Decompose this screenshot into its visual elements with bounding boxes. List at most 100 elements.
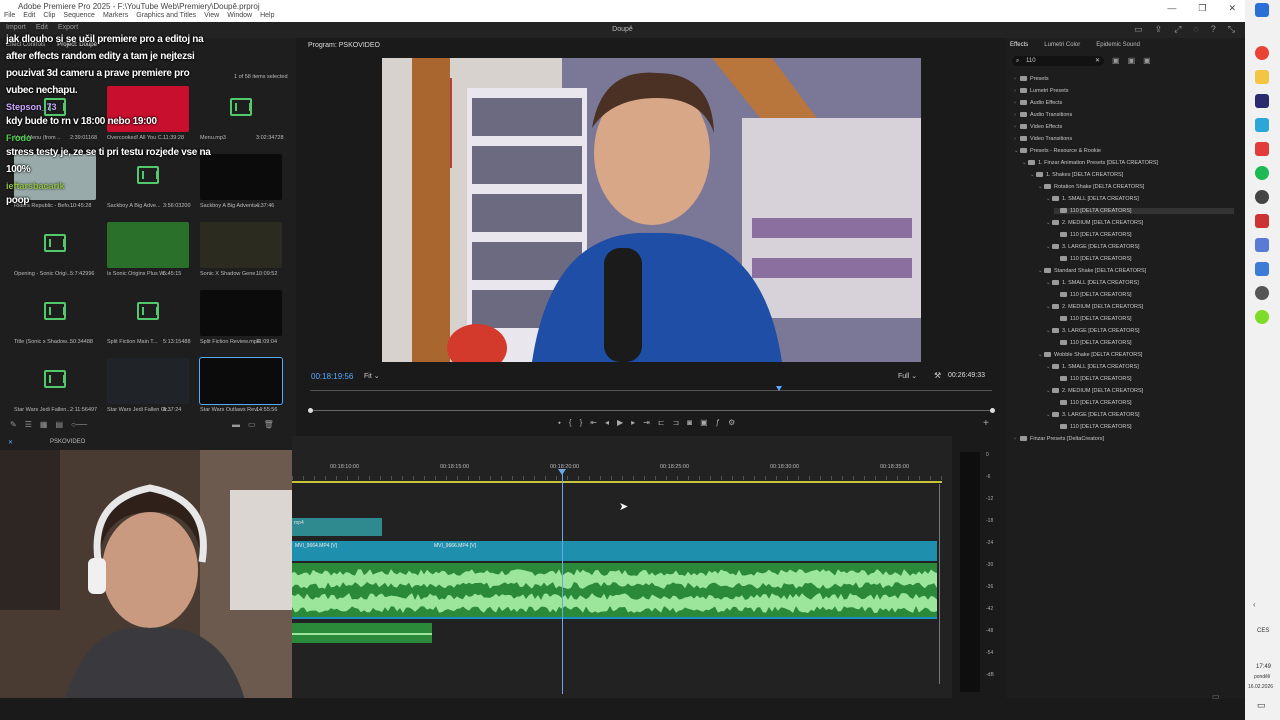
effects-search-input[interactable]: ⌕ 110 ✕ (1012, 56, 1104, 66)
step-back-icon[interactable]: ◂ (605, 418, 609, 428)
status-icon[interactable]: ▭ (1212, 692, 1220, 701)
timecode-current[interactable]: 00:18:19:56 (311, 372, 353, 381)
effects-tree-item[interactable]: 110 [DELTA CREATORS] (1054, 208, 1234, 214)
maximize-icon[interactable]: ❐ (1198, 3, 1206, 14)
add-button-icon[interactable]: + (983, 418, 989, 429)
photoshop-icon[interactable] (1255, 118, 1269, 132)
zoom-scrollbar[interactable] (308, 408, 995, 413)
effects-tree-item[interactable]: ⌄ Rotation Shake [DELTA CREATORS] (1038, 184, 1144, 190)
camera-icon[interactable]: ◙ (687, 418, 692, 428)
start-icon[interactable] (1255, 3, 1269, 17)
effects-tree-item[interactable]: ⌄ 3. LARGE [DELTA CREATORS] (1046, 412, 1140, 418)
effects-tree-item[interactable]: › Video Transitions (1014, 136, 1072, 142)
zoom-slider[interactable]: ○── (71, 420, 87, 429)
marker-icon[interactable]: ⬩ (558, 418, 561, 428)
playhead[interactable] (562, 472, 563, 694)
play-icon[interactable]: ▶ (617, 418, 623, 428)
share-icon[interactable]: ⇪ (1155, 24, 1163, 35)
mark-in-icon[interactable]: { (569, 418, 572, 428)
icon-view-icon[interactable]: ▦ (40, 420, 48, 429)
effects-tree-item[interactable]: ⌄ Presets - Resource & Rookie (1014, 148, 1101, 154)
step-forward-icon[interactable]: ▸ (631, 418, 635, 428)
media-thumbnail[interactable] (200, 290, 282, 336)
quality-dropdown[interactable]: Full ⌄ (898, 372, 917, 380)
menu-item-graphics-and-titles[interactable]: Graphics and Titles (136, 12, 196, 19)
effects-tree-item[interactable]: ⌄ 1. SMALL [DELTA CREATORS] (1046, 364, 1139, 370)
premiere-icon[interactable] (1255, 94, 1269, 108)
language-indicator[interactable]: CES (1257, 628, 1269, 634)
effects-tree-item[interactable]: 110 [DELTA CREATORS] (1054, 400, 1132, 406)
notification-icon[interactable]: ▭ (1257, 700, 1266, 711)
media-thumbnail[interactable] (14, 154, 96, 200)
help-icon[interactable]: ? (1211, 24, 1216, 35)
menu-item-sequence[interactable]: Sequence (63, 12, 95, 19)
effects-tree-item[interactable]: ⌄ Standard Shake [DELTA CREATORS] (1038, 268, 1146, 274)
effects-tree-item[interactable]: ⌄ 1. Shakes [DELTA CREATORS] (1030, 172, 1123, 178)
close-sequence-icon[interactable]: ✕ (8, 439, 13, 446)
app-red-icon[interactable] (1255, 142, 1269, 156)
effects-tree-item[interactable]: › Audio Effects (1014, 100, 1062, 106)
effects-tree-item[interactable]: 110 [DELTA CREATORS] (1054, 316, 1132, 322)
menu-item-file[interactable]: File (4, 12, 15, 19)
spotify-icon[interactable] (1255, 166, 1269, 180)
freeform-view-icon[interactable]: ▤ (55, 420, 63, 429)
fx-icon[interactable]: ƒ (716, 418, 720, 428)
pencil-icon[interactable]: ✎ (10, 420, 17, 429)
fit-dropdown[interactable]: Fit ⌄ (364, 372, 380, 380)
media-thumbnail[interactable] (199, 357, 283, 405)
menu-item-help[interactable]: Help (260, 12, 274, 19)
tab-epidemic[interactable]: Epidemic Sound (1096, 42, 1140, 48)
chrome-icon[interactable] (1255, 46, 1269, 60)
go-to-out-icon[interactable]: ⇥ (643, 418, 650, 428)
minimize-icon[interactable]: — (1167, 3, 1176, 14)
media-thumbnail[interactable] (107, 358, 189, 404)
media-thumbnail[interactable] (107, 154, 189, 200)
effects-tree-item[interactable]: ⌄ 1. SMALL [DELTA CREATORS] (1046, 196, 1139, 202)
app-blue-icon[interactable] (1255, 238, 1269, 252)
effects-tree-item[interactable]: 110 [DELTA CREATORS] (1054, 256, 1132, 262)
audio-track-a2[interactable] (292, 623, 432, 643)
clock-time[interactable]: 17:49 (1256, 664, 1271, 670)
mini-ruler[interactable] (310, 384, 992, 398)
clip-upper[interactable]: mp4 (292, 518, 382, 536)
menu-item-edit[interactable]: Edit (23, 12, 35, 19)
folder-icon[interactable] (1255, 70, 1269, 84)
media-thumbnail[interactable] (14, 290, 96, 336)
workspace-icon[interactable]: ▭ (1134, 24, 1143, 35)
mark-out-icon[interactable]: } (580, 418, 583, 428)
progress-icon[interactable]: ◌ (1193, 24, 1198, 35)
timeline-vscroll[interactable] (938, 484, 942, 684)
yuv-icon[interactable]: ▣ (1143, 56, 1151, 65)
media-thumbnail[interactable] (14, 358, 96, 404)
menu-item-clip[interactable]: Clip (43, 12, 55, 19)
effects-tree-item[interactable]: 110 [DELTA CREATORS] (1054, 292, 1132, 298)
program-label[interactable]: Program: PSKOVIDEO (308, 42, 380, 49)
settings-icon[interactable]: ⚙ (728, 418, 735, 428)
effects-tree-item[interactable]: ⌄ Wobble Shake [DELTA CREATORS] (1038, 352, 1142, 358)
menu-item-view[interactable]: View (204, 12, 219, 19)
media-thumbnail[interactable] (200, 222, 282, 268)
clear-icon[interactable]: ✕ (1095, 56, 1100, 66)
expand-icon[interactable]: ⤡ (1228, 24, 1235, 35)
extract-icon[interactable]: ⊐ (673, 418, 680, 428)
effects-tree-item[interactable]: 110 [DELTA CREATORS] (1054, 340, 1132, 346)
effects-tree-item[interactable]: ⌄ 3. LARGE [DELTA CREATORS] (1046, 328, 1140, 334)
go-to-in-icon[interactable]: ⇤ (590, 418, 597, 428)
playhead-handle[interactable] (558, 469, 566, 475)
accelerated-icon[interactable]: ▣ (1112, 56, 1120, 65)
fullscreen-icon[interactable]: ⤢ (1174, 24, 1181, 35)
32bit-icon[interactable]: ▣ (1128, 56, 1136, 65)
obs-icon[interactable] (1255, 190, 1269, 204)
bin-icon[interactable]: ▬ (232, 420, 240, 429)
media-thumbnail[interactable] (200, 154, 282, 200)
effects-tree-item[interactable]: › Audio Transitions (1014, 112, 1072, 118)
menu-item-window[interactable]: Window (227, 12, 252, 19)
tab-lumetri[interactable]: Lumetri Color (1044, 42, 1080, 48)
trash-icon[interactable]: 🗑 (264, 420, 274, 429)
effects-tree-item[interactable]: › Presets (1014, 76, 1049, 82)
wrench-icon[interactable]: ⚒ (934, 371, 941, 380)
effects-tree-item[interactable]: ⌄ 1. Finzar Animation Presets [DELTA CREA… (1022, 160, 1158, 166)
effects-tree-item[interactable]: ⌄ 2. MEDIUM [DELTA CREATORS] (1046, 388, 1143, 394)
app-gray-icon[interactable] (1255, 286, 1269, 300)
effects-tree-item[interactable]: › Video Effects (1014, 124, 1062, 130)
